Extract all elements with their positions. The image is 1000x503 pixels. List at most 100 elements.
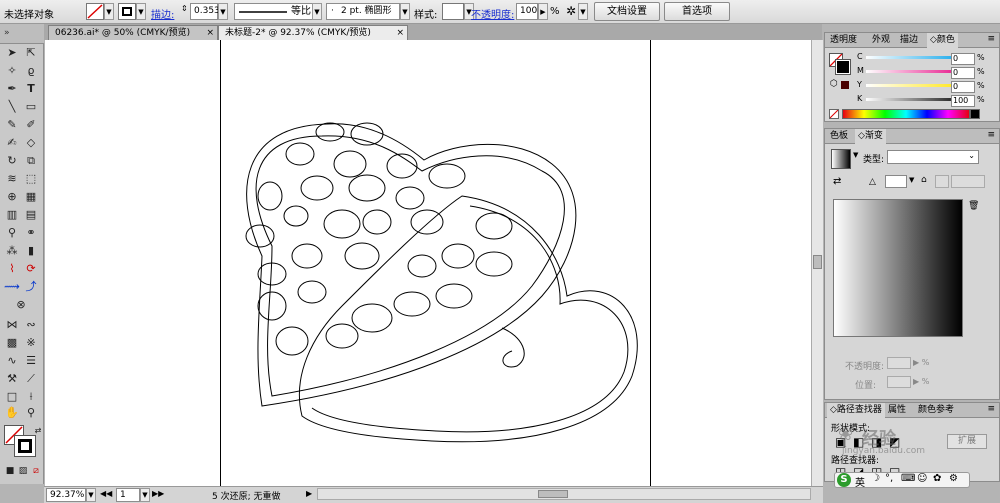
- none-mode-icon[interactable]: ⧄: [28, 464, 44, 478]
- expand-button[interactable]: 扩展: [947, 434, 987, 449]
- rotate-tool-icon[interactable]: ↻: [4, 154, 20, 168]
- variable-width-profile[interactable]: 等比: [234, 3, 322, 20]
- crystallize-tool-icon[interactable]: ※: [23, 336, 39, 350]
- type-tool-icon[interactable]: T: [23, 82, 39, 96]
- fill-dropdown[interactable]: ▼: [104, 3, 114, 20]
- prev-artboard-icon[interactable]: ◀◀: [100, 489, 112, 498]
- horizontal-scrollbar[interactable]: [317, 488, 811, 500]
- opacity-field[interactable]: 100: [516, 3, 538, 20]
- panel-menu-icon[interactable]: ≡: [987, 404, 995, 414]
- panel-menu-icon[interactable]: ≡: [987, 130, 995, 140]
- recolor-dropdown[interactable]: ▼: [578, 3, 588, 20]
- cube-icon[interactable]: ⬡: [830, 79, 838, 89]
- stroke-link[interactable]: 描边:: [151, 6, 174, 21]
- reverse-gradient-icon[interactable]: ⇄: [833, 176, 841, 187]
- lasso-tool-icon[interactable]: ϱ: [23, 64, 39, 78]
- opacity-dropdown[interactable]: ▶: [538, 3, 548, 20]
- wave-tool-icon[interactable]: ∿: [4, 354, 20, 368]
- color-spectrum[interactable]: [842, 109, 970, 119]
- tab-swatches[interactable]: 色板: [827, 129, 851, 144]
- artboard-dropdown[interactable]: ▼: [140, 488, 150, 502]
- color-stroke-box[interactable]: [835, 59, 851, 75]
- zoom-field[interactable]: 92.37%: [46, 488, 86, 502]
- measure-tool-icon[interactable]: ⟋: [23, 372, 39, 386]
- status-menu-icon[interactable]: ▶: [306, 489, 312, 498]
- zoom-dropdown[interactable]: ▼: [86, 488, 96, 502]
- graphic-style-swatch[interactable]: [442, 3, 464, 20]
- width-tool-icon[interactable]: ⟿: [4, 280, 20, 294]
- scale-tool-icon[interactable]: ⧉: [23, 154, 39, 168]
- tab-attributes[interactable]: 属性: [885, 403, 909, 418]
- delete-stop-icon[interactable]: 🗑: [968, 201, 979, 211]
- chart-tool-icon[interactable]: ▩: [4, 336, 20, 350]
- recolor-artwork-icon[interactable]: ✲: [566, 4, 576, 18]
- heart-chocolate-box-artwork[interactable]: [232, 96, 652, 456]
- navigator-tool-icon[interactable]: ⊗: [13, 298, 29, 312]
- tab-gradient[interactable]: ◇渐变: [855, 129, 886, 144]
- doc-tab-06236[interactable]: 06236.ai* @ 50% (CMYK/预览) ×: [48, 25, 218, 40]
- vertical-scroll-thumb[interactable]: [813, 255, 822, 269]
- gradient-tool-icon[interactable]: ▤: [23, 208, 39, 222]
- zoom-tool-icon[interactable]: ⚲: [23, 406, 39, 420]
- perspective-grid-tool-icon[interactable]: ▥: [4, 208, 20, 222]
- symbol-sprayer-tool-icon[interactable]: ⁂: [4, 244, 20, 258]
- crop-tool-icon[interactable]: □: [4, 390, 20, 404]
- close-icon[interactable]: ×: [206, 26, 214, 40]
- horizontal-scroll-thumb[interactable]: [538, 490, 568, 498]
- warp-tool-icon[interactable]: ≋: [4, 172, 20, 186]
- artboard-tool-icon[interactable]: ⤴: [23, 280, 39, 294]
- fill-swatch[interactable]: [86, 3, 104, 20]
- tab-appearance[interactable]: 外观: [869, 33, 893, 48]
- profile-dropdown[interactable]: ▼: [312, 3, 322, 20]
- selection-tool-icon[interactable]: ➤: [4, 46, 20, 60]
- rectangle-tool-icon[interactable]: ▭: [23, 100, 39, 114]
- next-artboard-icon[interactable]: ▶▶: [152, 489, 164, 498]
- gradient-slider-preview[interactable]: [833, 199, 963, 337]
- artboard-number-field[interactable]: 1: [116, 488, 140, 502]
- brush-definition[interactable]: · 2 pt. 椭圆形: [326, 3, 400, 20]
- brush-dropdown[interactable]: ▼: [400, 3, 410, 20]
- pen-tool-icon[interactable]: ✒: [4, 82, 20, 96]
- none-swatch[interactable]: [829, 109, 839, 119]
- collapse-icon[interactable]: »: [4, 28, 10, 38]
- channel-y-field[interactable]: 0: [951, 81, 975, 93]
- twirl-tool-icon[interactable]: ∾: [23, 318, 39, 332]
- channel-c-field[interactable]: 0: [951, 53, 975, 65]
- gradient-type-select[interactable]: ⌄: [887, 150, 979, 164]
- black-swatch[interactable]: [970, 109, 980, 119]
- reflect-tool-icon[interactable]: ⋈: [4, 318, 20, 332]
- gradient-preview[interactable]: [831, 149, 851, 169]
- blend-tool-icon[interactable]: ⚭: [23, 226, 39, 240]
- vertical-scrollbar[interactable]: [811, 40, 823, 486]
- free-transform-tool-icon[interactable]: ⬚: [23, 172, 39, 186]
- live-paint-tool-icon[interactable]: ▦: [23, 190, 39, 204]
- opacity-link[interactable]: 不透明度:: [471, 6, 514, 21]
- angle-field[interactable]: [885, 175, 907, 188]
- stroke-width-dropdown[interactable]: ▼: [218, 3, 228, 20]
- half-width-icon[interactable]: ☽: [871, 473, 880, 484]
- channel-m-field[interactable]: 0: [951, 67, 975, 79]
- shape-builder-tool-icon[interactable]: ⊕: [4, 190, 20, 204]
- tab-stroke[interactable]: 描边: [897, 33, 921, 48]
- angle-dropdown[interactable]: ▼: [909, 176, 914, 184]
- skin-icon[interactable]: ✿: [933, 473, 941, 484]
- document-setup-button[interactable]: 文档设置: [594, 2, 660, 21]
- channel-k-field[interactable]: 100: [951, 95, 975, 107]
- last-color-swatch[interactable]: [841, 81, 849, 89]
- blob-brush-tool-icon[interactable]: ✍: [4, 136, 20, 150]
- panel-menu-icon[interactable]: ≡: [987, 34, 995, 44]
- magic-wand-tool-icon[interactable]: ✧: [4, 64, 20, 78]
- sogou-icon[interactable]: S: [837, 473, 851, 487]
- eraser-tool-icon[interactable]: ◇: [23, 136, 39, 150]
- swap-colors-icon[interactable]: ⇄: [30, 424, 46, 438]
- paintbrush-tool-icon[interactable]: ✎: [4, 118, 20, 132]
- keyboard-icon[interactable]: ⌨: [901, 473, 915, 484]
- punctuation-icon[interactable]: °,: [885, 473, 893, 484]
- preferences-button[interactable]: 首选项: [664, 2, 730, 21]
- direct-selection-tool-icon[interactable]: ⇱: [23, 46, 39, 60]
- slice-tool-icon[interactable]: ⟳: [23, 262, 39, 276]
- emoji-icon[interactable]: ☺: [917, 473, 927, 484]
- stroke-swatch[interactable]: [118, 3, 136, 20]
- stroke-width-field[interactable]: 0.353: [190, 3, 220, 20]
- knife-tool-icon[interactable]: ⟊: [23, 390, 39, 404]
